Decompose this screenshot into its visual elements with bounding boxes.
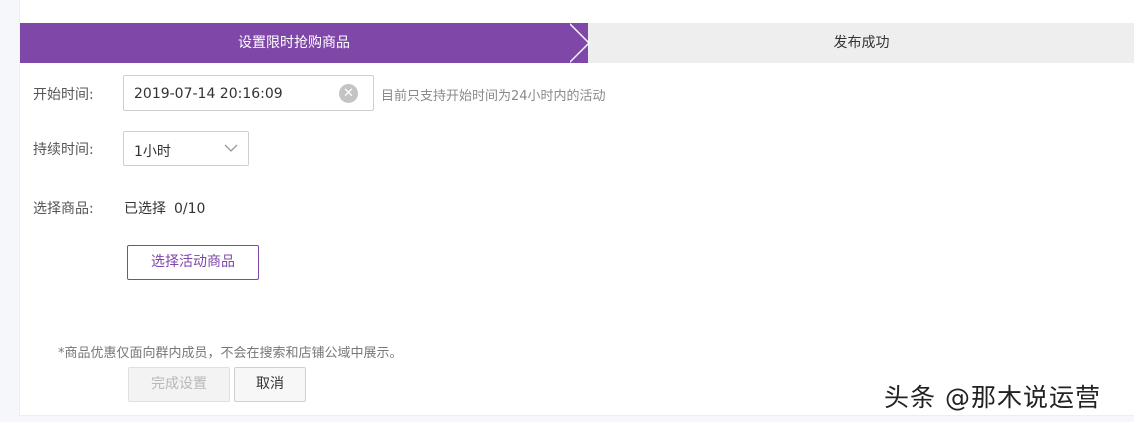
complete-setup-button[interactable]: 完成设置 — [128, 367, 230, 402]
products-selected-text: 已选择 — [124, 201, 166, 217]
duration-selected-value: 1小时 — [134, 144, 171, 160]
select-products-button[interactable]: 选择活动商品 — [127, 245, 259, 280]
chevron-down-icon — [224, 144, 238, 152]
start-time-picker[interactable]: ✕ — [123, 75, 374, 111]
duration-label: 持续时间: — [33, 142, 94, 158]
step-divider-arrow — [568, 23, 588, 63]
products-selected-status: 已选择 0/10 — [124, 198, 205, 218]
products-selected-count: 0/10 — [174, 201, 206, 217]
visibility-notice: *商品优惠仅面向群内成员，不会在搜索和店铺公域中展示。 — [58, 346, 403, 361]
duration-select[interactable]: 1小时 — [123, 131, 249, 166]
start-time-label: 开始时间: — [33, 87, 94, 103]
watermark-text: 头条 @那木说运营 — [884, 383, 1101, 412]
cancel-button[interactable]: 取消 — [234, 367, 306, 402]
step-set-products: 设置限时抢购商品 — [20, 23, 588, 63]
products-label: 选择商品: — [33, 201, 94, 217]
start-time-input[interactable] — [134, 84, 334, 104]
limited-time-sale-form: 设置限时抢购商品 发布成功 开始时间: ✕ 目前只支持开始时间为24小时内的活动… — [19, 0, 1134, 416]
step-publish-success: 发布成功 — [833, 35, 890, 51]
start-time-hint: 目前只支持开始时间为24小时内的活动 — [381, 89, 606, 104]
clear-icon[interactable]: ✕ — [339, 84, 358, 103]
progress-steps: 设置限时抢购商品 发布成功 — [20, 23, 1134, 63]
